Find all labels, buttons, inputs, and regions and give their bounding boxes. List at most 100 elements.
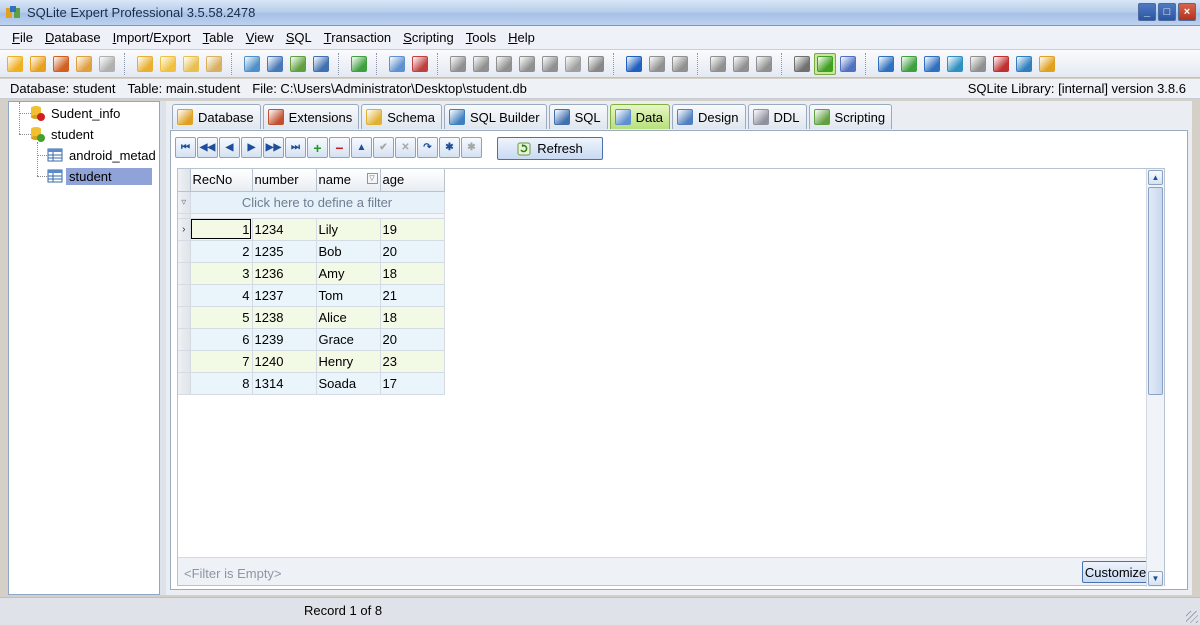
register-button[interactable] [1036, 53, 1058, 75]
menu-item-transaction[interactable]: Transaction [318, 30, 397, 45]
table-row[interactable]: 2 1235 Bob 20 [178, 240, 445, 263]
post-edit-button[interactable]: ✔ [373, 137, 394, 158]
cell-recno[interactable]: 6 [190, 328, 253, 351]
sql-export-button[interactable] [287, 53, 309, 75]
tool-2-button[interactable] [730, 53, 752, 75]
cell-name[interactable]: Grace [316, 328, 381, 351]
menu-item-import-export[interactable]: Import/Export [107, 30, 197, 45]
cell-recno[interactable]: 5 [190, 306, 253, 329]
cell-age[interactable]: 21 [380, 284, 445, 307]
cell-number[interactable]: 1236 [252, 262, 317, 285]
cell-recno[interactable]: 4 [190, 284, 253, 307]
column-header-age[interactable]: age [380, 169, 445, 192]
tab-ddl[interactable]: DDL [747, 104, 807, 129]
new-table-button[interactable] [134, 53, 156, 75]
menu-item-tools[interactable]: Tools [460, 30, 502, 45]
cell-number[interactable]: 1235 [252, 240, 317, 263]
resize-grip[interactable] [1186, 611, 1198, 623]
cell-age[interactable]: 17 [380, 372, 445, 395]
prior-page-button[interactable]: ◀◀ [197, 137, 218, 158]
row-indicator[interactable] [178, 284, 191, 307]
column-header-number[interactable]: number [252, 169, 317, 192]
cell-recno[interactable]: 1 [190, 218, 253, 241]
table-row[interactable]: › 1 1234 Lily 19 [178, 218, 445, 241]
table-row[interactable]: 4 1237 Tom 21 [178, 284, 445, 307]
begin-transaction-button[interactable] [623, 53, 645, 75]
tab-sql[interactable]: SQL [548, 104, 608, 129]
scroll-down-icon[interactable]: ▼ [1148, 571, 1163, 586]
row-indicator[interactable] [178, 350, 191, 373]
table-row[interactable]: 7 1240 Henry 23 [178, 350, 445, 373]
about-button[interactable] [1013, 53, 1035, 75]
cell-number[interactable]: 1237 [252, 284, 317, 307]
tab-design[interactable]: Design [672, 104, 746, 129]
cell-age[interactable]: 20 [380, 240, 445, 263]
delete-record-button[interactable]: − [329, 137, 350, 158]
tab-schema[interactable]: Schema [361, 104, 442, 129]
cell-name[interactable]: Soada [316, 372, 381, 395]
detach-database-button[interactable] [50, 53, 72, 75]
insert-record-button[interactable]: + [307, 137, 328, 158]
minimize-button[interactable]: _ [1138, 3, 1156, 21]
rename-table-button[interactable] [180, 53, 202, 75]
tool-3-button[interactable] [753, 53, 775, 75]
settings-button[interactable] [791, 53, 813, 75]
filter-dropdown-icon[interactable]: ▽ [366, 173, 378, 184]
cell-number[interactable]: 1234 [252, 218, 317, 241]
report-button[interactable] [310, 53, 332, 75]
row-indicator[interactable] [178, 240, 191, 263]
column-header-recno[interactable]: RecNo [190, 169, 253, 192]
scroll-up-icon[interactable]: ▲ [1148, 170, 1163, 185]
import-button[interactable] [241, 53, 263, 75]
last-page-button[interactable]: ⏭ [285, 137, 306, 158]
menu-item-file[interactable]: File [6, 30, 39, 45]
tab-data[interactable]: Data [609, 104, 671, 129]
menu-item-database[interactable]: Database [39, 30, 107, 45]
script-step-button[interactable] [493, 53, 515, 75]
script-debug-button[interactable] [516, 53, 538, 75]
row-indicator[interactable] [178, 262, 191, 285]
update-button[interactable] [921, 53, 943, 75]
tab-extensions[interactable]: Extensions [262, 104, 360, 129]
cell-name[interactable]: Alice [316, 306, 381, 329]
run-sql-button[interactable] [348, 53, 370, 75]
vertical-scrollbar[interactable]: ▲ ▼ [1146, 169, 1164, 587]
menu-item-sql[interactable]: SQL [280, 30, 318, 45]
row-indicator[interactable] [178, 372, 191, 395]
attach-database-button[interactable] [27, 53, 49, 75]
refresh-button[interactable]: Refresh [497, 137, 603, 160]
goto-bookmark-button[interactable]: ✱ [461, 137, 482, 158]
cell-name[interactable]: Tom [316, 284, 381, 307]
drop-table-button[interactable] [203, 53, 225, 75]
cell-number[interactable]: 1240 [252, 350, 317, 373]
refresh-record-button[interactable]: ↷ [417, 137, 438, 158]
help-button[interactable] [875, 53, 897, 75]
script-pause-button[interactable] [539, 53, 561, 75]
table-properties-button[interactable] [157, 53, 179, 75]
table-row[interactable]: 6 1239 Grace 20 [178, 328, 445, 351]
view-button[interactable] [386, 53, 408, 75]
cancel-edit-button[interactable]: ✕ [395, 137, 416, 158]
menu-item-table[interactable]: Table [197, 30, 240, 45]
menu-item-view[interactable]: View [240, 30, 280, 45]
row-indicator[interactable] [178, 328, 191, 351]
first-page-button[interactable]: ⏮ [175, 137, 196, 158]
cell-name[interactable]: Lily [316, 218, 381, 241]
next-record-button[interactable]: ▶ [241, 137, 262, 158]
cell-name[interactable]: Henry [316, 350, 381, 373]
table-row[interactable]: 5 1238 Alice 18 [178, 306, 445, 329]
rollback-button[interactable] [669, 53, 691, 75]
tree-item-sudent-info[interactable]: Sudent_info [29, 103, 123, 123]
new-database-button[interactable] [4, 53, 26, 75]
mail-button[interactable] [967, 53, 989, 75]
cell-number[interactable]: 1238 [252, 306, 317, 329]
next-page-button[interactable]: ▶▶ [263, 137, 284, 158]
cell-number[interactable]: 1314 [252, 372, 317, 395]
script-run-button[interactable] [470, 53, 492, 75]
script-button[interactable] [447, 53, 469, 75]
home-button[interactable] [898, 53, 920, 75]
menu-item-help[interactable]: Help [502, 30, 541, 45]
cell-name[interactable]: Bob [316, 240, 381, 263]
tab-sql-builder[interactable]: SQL Builder [443, 104, 547, 129]
cell-recno[interactable]: 2 [190, 240, 253, 263]
